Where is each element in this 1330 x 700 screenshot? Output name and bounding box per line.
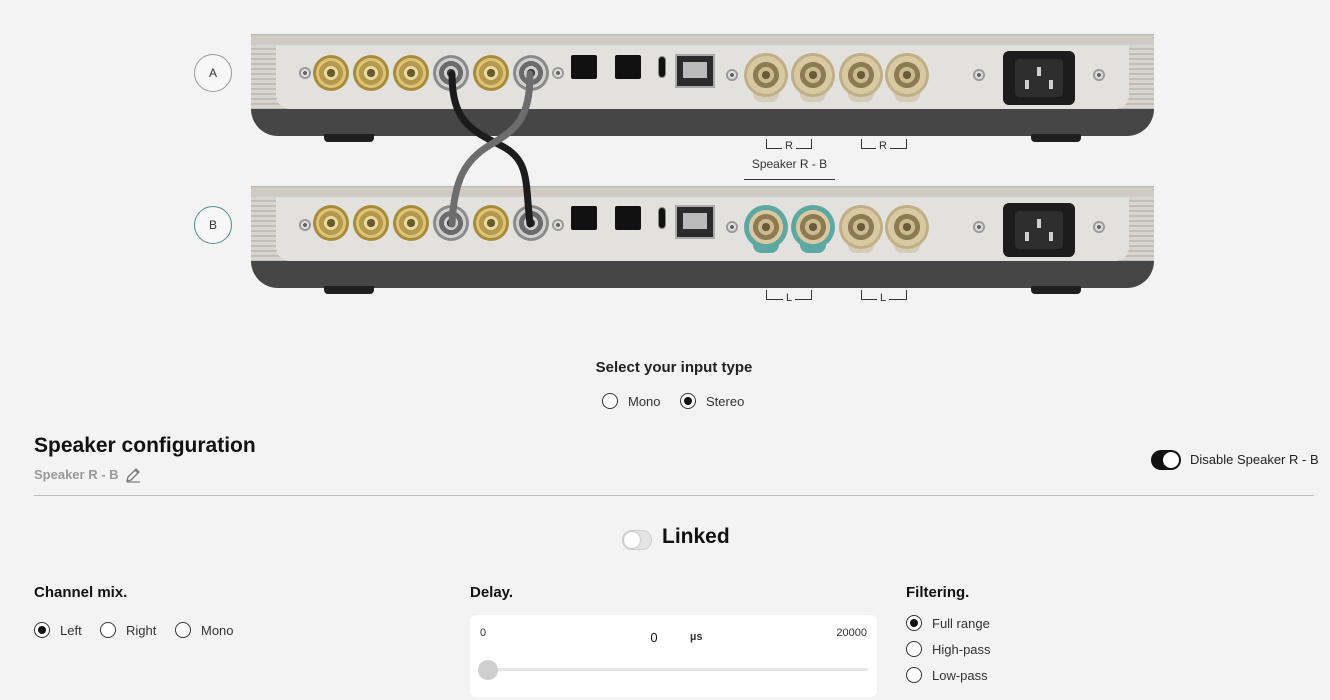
- ethernet-port[interactable]: [675, 54, 715, 88]
- option-label: Right: [126, 622, 157, 638]
- channel-mix-left-option[interactable]: Left: [34, 622, 82, 638]
- radio-button[interactable]: [602, 393, 618, 409]
- input-type-stereo-option[interactable]: Stereo: [680, 393, 744, 409]
- speaker-binding-post[interactable]: [744, 53, 788, 97]
- terminal-label-r: R: [782, 140, 796, 152]
- radio-button[interactable]: [100, 622, 116, 638]
- speaker-binding-post[interactable]: [791, 53, 835, 97]
- terminal-label-r: R: [876, 140, 890, 152]
- channel-mix-right-option[interactable]: Right: [100, 622, 156, 638]
- disable-speaker-label: Disable Speaker R - B: [1190, 452, 1319, 467]
- rca-input-jack[interactable]: [393, 55, 429, 91]
- speaker-binding-post[interactable]: [839, 53, 883, 97]
- rca-input-jack[interactable]: [313, 55, 349, 91]
- optical-port[interactable]: [571, 55, 597, 79]
- speaker-binding-post-active[interactable]: [791, 205, 835, 249]
- channel-mix-title: Channel mix.: [34, 584, 128, 601]
- filtering-full-range-option[interactable]: Full range: [906, 615, 990, 631]
- linked-label: Linked: [662, 525, 730, 548]
- filtering-high-pass-option[interactable]: High-pass: [906, 641, 991, 657]
- ethernet-port[interactable]: [675, 205, 715, 239]
- unit-a-badge: A: [194, 54, 232, 92]
- usb-c-port[interactable]: [658, 56, 666, 78]
- rca-input-jack[interactable]: [353, 205, 389, 241]
- power-inlet: [1003, 203, 1075, 257]
- speaker-binding-post[interactable]: [885, 205, 929, 249]
- optical-port[interactable]: [571, 206, 597, 230]
- optical-port[interactable]: [615, 206, 641, 230]
- delay-slider-panel: 0 0 µs 20000: [470, 615, 877, 697]
- speaker-name: Speaker R - B: [34, 467, 119, 482]
- radio-button[interactable]: [175, 622, 191, 638]
- delay-unit: µs: [690, 631, 703, 643]
- radio-button-selected[interactable]: [34, 622, 50, 638]
- delay-title: Delay.: [470, 584, 514, 601]
- option-label: Left: [60, 622, 82, 638]
- linked-toggle[interactable]: [622, 530, 652, 550]
- link-cables: [448, 70, 534, 228]
- radio-button[interactable]: [906, 667, 922, 683]
- input-type-title: Select your input type: [595, 359, 753, 376]
- filtering-low-pass-option[interactable]: Low-pass: [906, 667, 988, 683]
- option-label: Full range: [932, 615, 990, 631]
- option-label: Mono: [628, 393, 661, 409]
- optical-port[interactable]: [615, 55, 641, 79]
- terminal-label-l: L: [877, 292, 890, 304]
- delay-slider-track[interactable]: [480, 668, 868, 671]
- delay-min-label: 0: [480, 627, 487, 639]
- option-label: Low-pass: [932, 667, 988, 683]
- pencil-icon[interactable]: [124, 466, 142, 484]
- delay-value[interactable]: 0: [642, 630, 666, 645]
- rca-input-jack[interactable]: [353, 55, 389, 91]
- rca-input-jack[interactable]: [313, 205, 349, 241]
- option-label: High-pass: [932, 641, 991, 657]
- rca-input-jack[interactable]: [393, 205, 429, 241]
- delay-slider-thumb[interactable]: [478, 660, 498, 680]
- radio-button-selected[interactable]: [906, 615, 922, 631]
- option-label: Mono: [201, 622, 234, 638]
- speaker-binding-post[interactable]: [885, 53, 929, 97]
- speaker-configuration-title: Speaker configuration: [34, 434, 256, 457]
- radio-button-selected[interactable]: [680, 393, 696, 409]
- unit-b-badge: B: [194, 206, 232, 244]
- terminal-label-l: L: [783, 292, 796, 304]
- speaker-binding-post-active[interactable]: [744, 205, 788, 249]
- input-type-mono-option[interactable]: Mono: [602, 393, 661, 409]
- disable-speaker-toggle[interactable]: [1151, 450, 1181, 470]
- speaker-binding-post[interactable]: [839, 205, 883, 249]
- option-label: Stereo: [706, 393, 745, 409]
- unit-b-label: B: [208, 218, 217, 232]
- usb-c-port[interactable]: [658, 207, 666, 229]
- section-divider: [34, 495, 1314, 496]
- speaker-diagram-label: Speaker R - B: [744, 157, 835, 180]
- filtering-title: Filtering.: [906, 584, 970, 601]
- unit-a-label: A: [208, 66, 217, 80]
- power-inlet: [1003, 51, 1075, 105]
- radio-button[interactable]: [906, 641, 922, 657]
- channel-mix-mono-option[interactable]: Mono: [175, 622, 234, 638]
- delay-max-label: 20000: [836, 627, 867, 639]
